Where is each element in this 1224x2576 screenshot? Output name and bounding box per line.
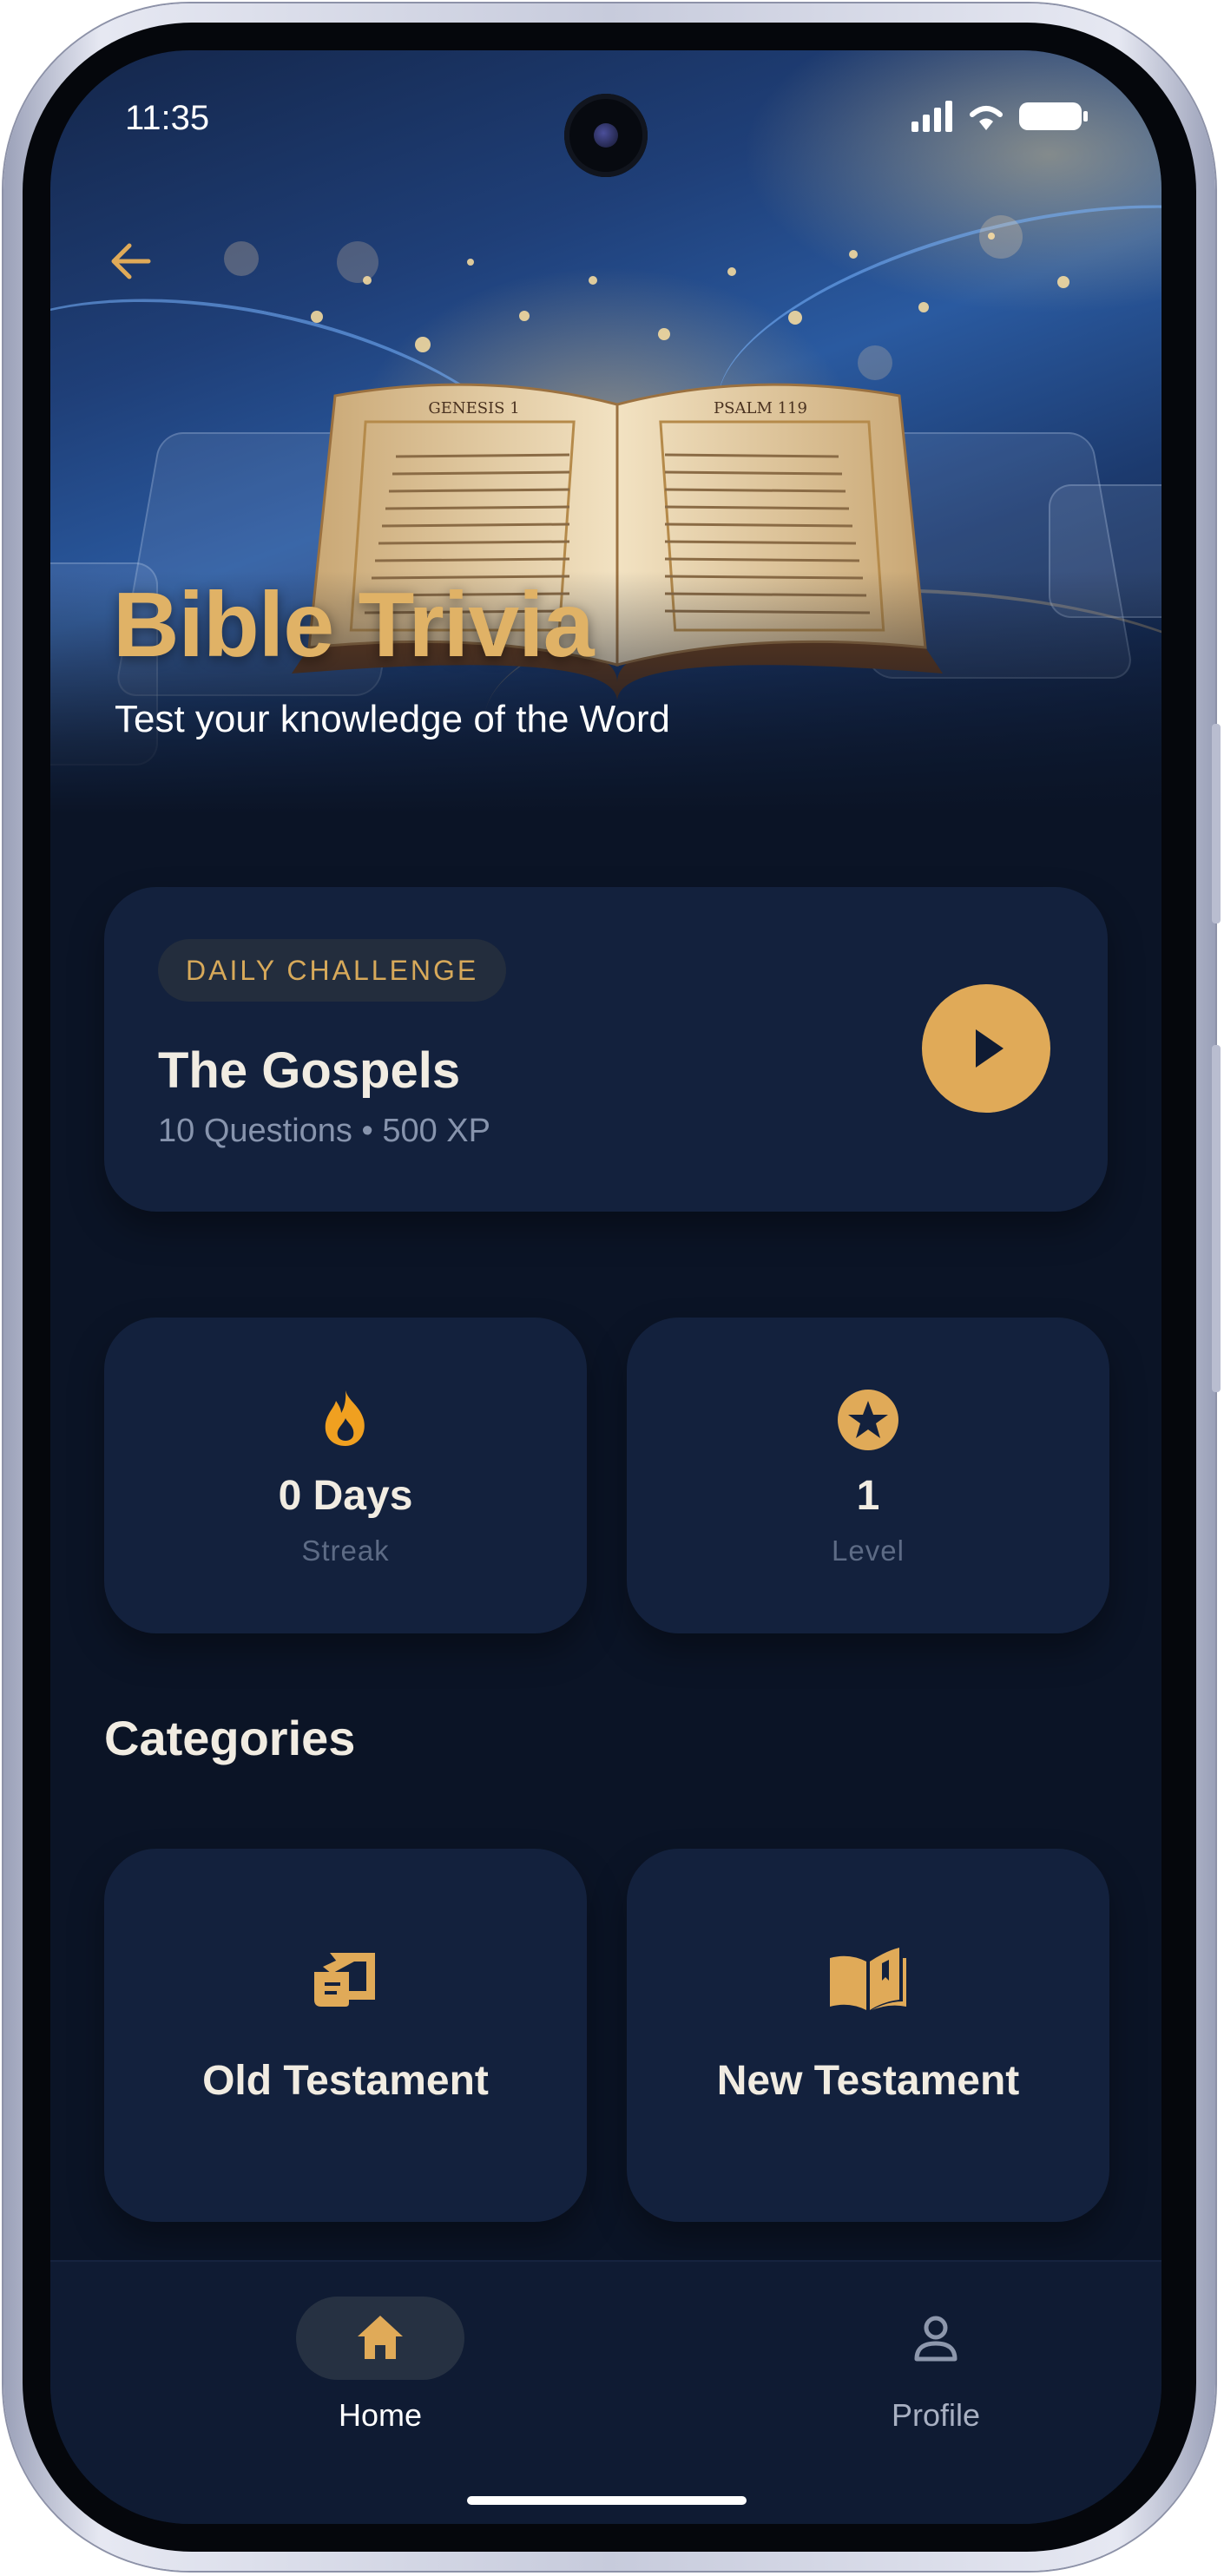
bottom-navigation: Home Profile	[50, 2260, 1161, 2524]
play-button[interactable]	[922, 984, 1050, 1113]
nav-label-home: Home	[338, 2397, 423, 2433]
signal-icon	[911, 101, 952, 132]
categories-heading: Categories	[104, 1711, 356, 1765]
front-camera	[564, 94, 648, 177]
nav-item-profile[interactable]: Profile	[806, 2297, 1066, 2444]
play-icon	[976, 1029, 1004, 1068]
wifi-icon	[970, 106, 1003, 130]
page-subtitle: Test your knowledge of the Word	[115, 698, 670, 740]
book-right-heading: PSALM 119	[714, 399, 807, 417]
battery-icon	[1019, 102, 1088, 130]
streak-card: 0 Days Streak	[104, 1318, 587, 1633]
nav-item-home[interactable]: Home	[250, 2297, 510, 2444]
app-screen: GENESIS 1 PSALM 119 Bible Trivia Test yo…	[50, 50, 1161, 2524]
arrow-left-icon	[111, 243, 151, 279]
home-icon	[358, 2316, 403, 2359]
status-icons	[911, 101, 1089, 132]
category-label: Old Testament	[202, 2058, 489, 2104]
streak-label: Streak	[301, 1534, 390, 1567]
scroll-icon	[314, 1953, 375, 2007]
person-icon	[914, 2316, 957, 2362]
level-label: Level	[832, 1534, 905, 1567]
side-button	[1212, 1045, 1221, 1392]
status-time: 11:35	[125, 99, 210, 137]
back-button[interactable]	[94, 224, 168, 299]
level-card: 1 Level	[627, 1318, 1109, 1633]
category-old-testament[interactable]: Old Testament	[104, 1849, 587, 2222]
book-left-heading: GENESIS 1	[428, 399, 519, 417]
daily-challenge-badge: DAILY CHALLENGE	[158, 939, 507, 1002]
category-new-testament[interactable]: New Testament	[627, 1849, 1109, 2222]
star-badge-icon	[838, 1390, 898, 1450]
daily-challenge-card[interactable]: DAILY CHALLENGE The Gospels 10 Questions…	[104, 887, 1108, 1212]
home-indicator[interactable]	[467, 2496, 747, 2505]
open-book-icon	[830, 1948, 906, 2010]
side-button	[1212, 724, 1221, 923]
daily-challenge-title: The Gospels	[158, 1042, 461, 1099]
flame-icon	[325, 1390, 365, 1446]
daily-challenge-meta: 10 Questions • 500 XP	[158, 1113, 490, 1149]
category-label: New Testament	[716, 2058, 1020, 2104]
page-title: Bible Trivia	[113, 574, 595, 676]
nav-label-profile: Profile	[891, 2397, 981, 2433]
streak-value: 0 Days	[278, 1473, 413, 1519]
level-value: 1	[856, 1473, 880, 1519]
